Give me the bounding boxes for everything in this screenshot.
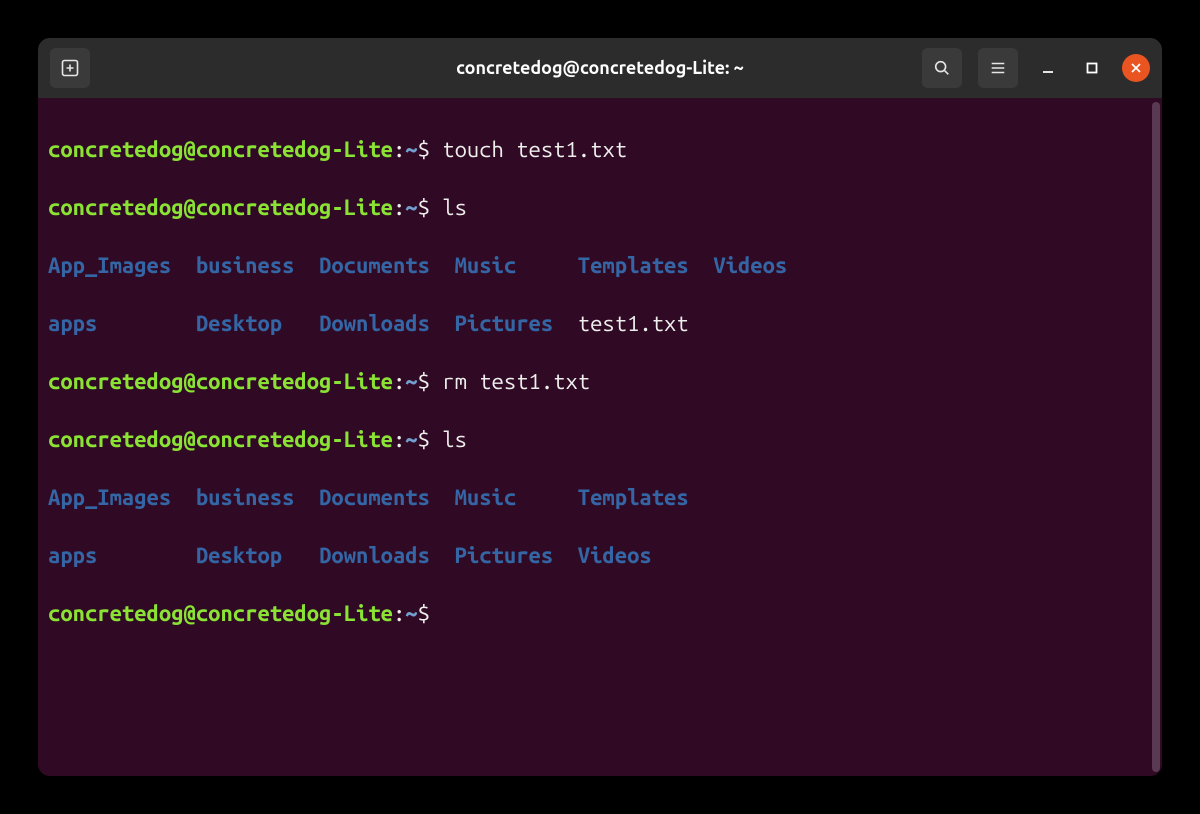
ls-entry: Desktop [196,311,282,336]
prompt-dollar: $ [418,137,430,162]
minimize-button[interactable] [1034,54,1062,82]
prompt-userhost: concretedog@concretedog-Lite [48,195,393,220]
prompt-line: concretedog@concretedog-Lite:~$ ls [48,425,1152,454]
hamburger-menu-button[interactable] [978,48,1018,88]
titlebar: concretedog@concretedog-Lite: ~ [38,38,1162,98]
ls-entry: Desktop [196,543,282,568]
prompt-userhost: concretedog@concretedog-Lite [48,601,393,626]
prompt-userhost: concretedog@concretedog-Lite [48,137,393,162]
ls-entry: Videos [578,543,652,568]
command-text: ls [442,427,467,452]
ls-entry: Videos [713,253,787,278]
ls-row: apps Desktop Downloads Pictures test1.tx… [48,309,1152,338]
scrollbar[interactable] [1152,102,1160,772]
prompt-userhost: concretedog@concretedog-Lite [48,427,393,452]
ls-entry: apps [48,311,97,336]
scroll-thumb[interactable] [1152,102,1160,772]
prompt-path: ~ [405,369,417,394]
prompt-dollar: $ [418,369,430,394]
new-tab-button[interactable] [50,48,90,88]
prompt-colon: : [393,427,405,452]
ls-entry: business [196,253,295,278]
ls-entry: App_Images [48,485,171,510]
ls-row: App_Images business Documents Music Temp… [48,483,1152,512]
prompt-line: concretedog@concretedog-Lite:~$ [48,599,1152,628]
prompt-colon: : [393,601,405,626]
prompt-path: ~ [405,195,417,220]
prompt-colon: : [393,369,405,394]
prompt-dollar: $ [418,601,430,626]
prompt-path: ~ [405,137,417,162]
ls-entry: Pictures [455,543,554,568]
ls-entry: business [196,485,295,510]
ls-entry: test1.txt [578,311,689,336]
ls-entry: apps [48,543,97,568]
close-button[interactable] [1122,54,1150,82]
prompt-path: ~ [405,427,417,452]
terminal-window: concretedog@concretedog-Lite: ~ [38,38,1162,776]
ls-row: App_Images business Documents Music Temp… [48,251,1152,280]
search-button[interactable] [922,48,962,88]
ls-entry: Pictures [455,311,554,336]
ls-entry: Documents [319,253,430,278]
ls-entry: Music [455,253,517,278]
prompt-path: ~ [405,601,417,626]
prompt-line: concretedog@concretedog-Lite:~$ touch te… [48,135,1152,164]
ls-entry: Templates [578,253,689,278]
prompt-dollar: $ [418,427,430,452]
ls-entry: App_Images [48,253,171,278]
ls-entry: Templates [578,485,689,510]
prompt-line: concretedog@concretedog-Lite:~$ rm test1… [48,367,1152,396]
ls-entry: Downloads [319,311,430,336]
prompt-colon: : [393,137,405,162]
ls-entry: Downloads [319,543,430,568]
ls-entry: Documents [319,485,430,510]
prompt-colon: : [393,195,405,220]
prompt-userhost: concretedog@concretedog-Lite [48,369,393,394]
command-text: rm test1.txt [442,369,590,394]
command-text: ls [442,195,467,220]
prompt-dollar: $ [418,195,430,220]
ls-entry: Music [455,485,517,510]
command-text: touch test1.txt [442,137,627,162]
maximize-button[interactable] [1078,54,1106,82]
terminal-output[interactable]: concretedog@concretedog-Lite:~$ touch te… [38,98,1162,776]
ls-row: apps Desktop Downloads Pictures Videos [48,541,1152,570]
prompt-line: concretedog@concretedog-Lite:~$ ls [48,193,1152,222]
